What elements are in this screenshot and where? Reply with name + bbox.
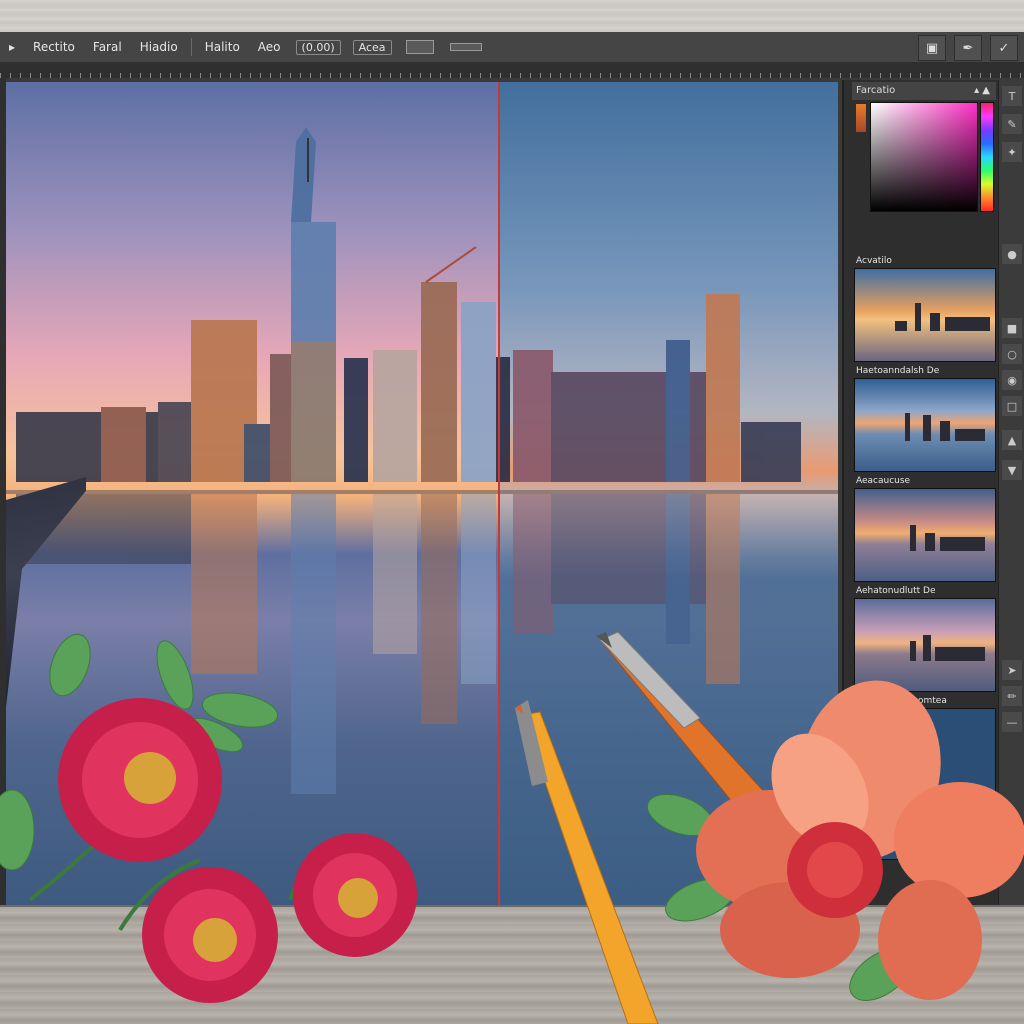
foreground-decor bbox=[0, 631, 1024, 1024]
dahlia-flower-large bbox=[58, 698, 222, 862]
pencil-prop bbox=[515, 700, 659, 1024]
orange-flower bbox=[696, 680, 1024, 1000]
scene: ▸ Rectito Faral Hiadio Halito Aeo (0.00)… bbox=[0, 0, 1024, 1024]
dahlia-flower-small bbox=[142, 833, 417, 1003]
